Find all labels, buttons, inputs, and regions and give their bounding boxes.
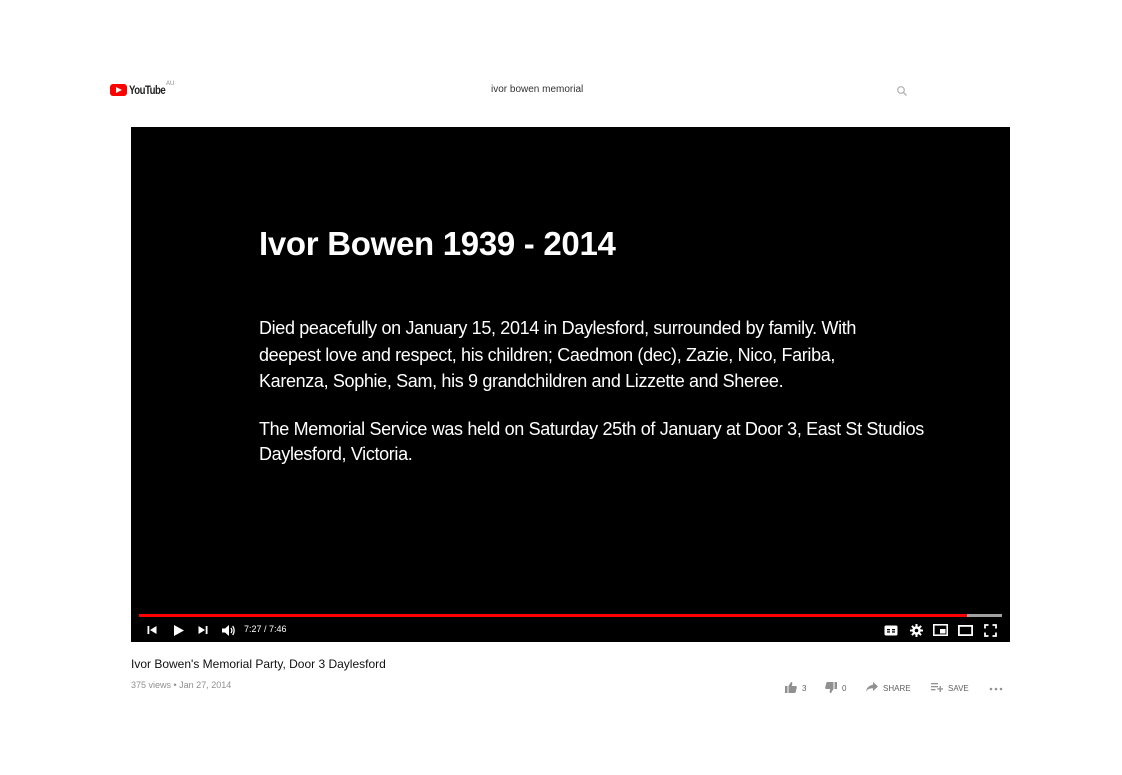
volume-icon[interactable] — [219, 621, 237, 639]
more-horizontal-icon — [989, 684, 1003, 693]
share-arrow-icon — [866, 682, 878, 694]
time-display: 7:27 / 7:46 — [244, 624, 287, 634]
fullscreen-icon[interactable] — [982, 621, 998, 639]
video-player[interactable]: Ivor Bowen 1939 - 2014 Died peacefully o… — [131, 127, 1010, 642]
slide-paragraph-2: The Memorial Service was held on Saturda… — [259, 417, 924, 467]
dislike-button[interactable]: 0 — [825, 681, 846, 695]
settings-gear-icon[interactable] — [908, 621, 924, 639]
video-title: Ivor Bowen's Memorial Party, Door 3 Dayl… — [131, 657, 386, 671]
search-input[interactable]: ivor bowen memorial — [491, 84, 583, 95]
captions-icon[interactable] — [883, 621, 899, 639]
like-count: 3 — [802, 683, 807, 693]
progress-bar[interactable] — [139, 614, 1002, 617]
video-meta: 375 views • Jan 27, 2014 — [131, 680, 232, 690]
playlist-add-icon — [931, 682, 943, 694]
search-icon[interactable] — [896, 84, 908, 96]
played-bar — [139, 614, 968, 617]
miniplayer-icon[interactable] — [932, 621, 948, 639]
slide-line: Died peacefully on January 15, 2014 in D… — [259, 318, 857, 338]
player-controls: 7:27 / 7:46 — [131, 621, 1010, 639]
slide-line: deepest love and respect, his children; … — [259, 344, 836, 365]
slide-paragraph-1: Died peacefully on January 15, 2014 in D… — [259, 315, 856, 395]
theater-mode-icon[interactable] — [957, 621, 973, 639]
play-icon[interactable] — [170, 621, 186, 639]
save-label: SAVE — [948, 683, 969, 693]
next-icon[interactable] — [196, 621, 210, 639]
more-actions-button[interactable] — [989, 681, 1003, 695]
previous-icon[interactable] — [145, 621, 159, 639]
youtube-play-icon — [110, 84, 127, 96]
save-button[interactable]: SAVE — [931, 681, 969, 695]
logo-text: YouTube — [129, 83, 166, 97]
youtube-logo[interactable]: YouTube AU — [110, 81, 175, 97]
slide-title: Ivor Bowen 1939 - 2014 — [259, 225, 616, 262]
thumbs-up-icon — [785, 681, 797, 695]
like-button[interactable]: 3 — [785, 681, 806, 695]
slide-line: Daylesford, Victoria. — [259, 444, 413, 464]
share-label: SHARE — [883, 683, 911, 693]
region-code: AU — [166, 81, 175, 87]
slide-line: The Memorial Service was held on Saturda… — [259, 419, 924, 439]
share-button[interactable]: SHARE — [866, 681, 911, 695]
thumbs-down-icon — [825, 681, 837, 695]
slide-line: Karenza, Sophie, Sam, his 9 grandchildre… — [259, 371, 784, 391]
dislike-count: 0 — [842, 683, 847, 693]
